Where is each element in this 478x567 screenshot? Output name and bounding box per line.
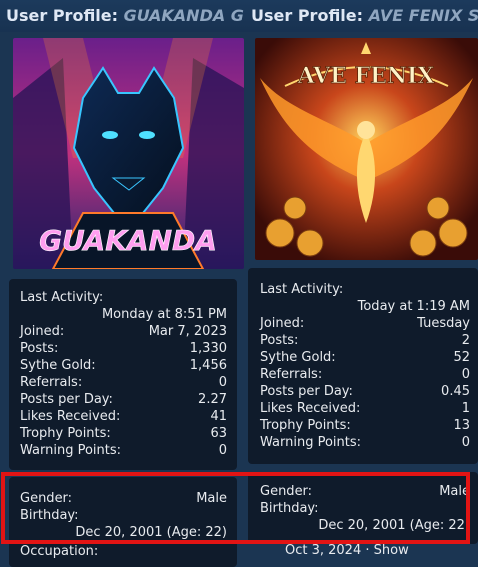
gender-row: Gender: Male: [260, 483, 470, 500]
stat-label: Likes Received:: [20, 409, 121, 424]
profile-title-bar: User Profile: GUAKANDA G: [0, 0, 247, 32]
stat-value: 0.45: [441, 384, 470, 399]
profile-username[interactable]: GUAKANDA G: [124, 6, 244, 25]
birthday-label: Birthday:: [260, 501, 319, 516]
stat-value: 1,456: [189, 358, 227, 373]
stat-label: Joined:: [20, 324, 65, 339]
stat-row-posts-per-day: Posts per Day: 0.45: [260, 383, 470, 400]
stat-row-posts[interactable]: Posts: 1,330: [20, 340, 227, 357]
gender-row: Gender: Male: [20, 490, 227, 507]
stat-row-joined: Joined: Tuesday: [260, 315, 470, 332]
profile-title-bar: User Profile: AVE FENIX S: [245, 0, 478, 32]
profile-title-prefix: User Profile:: [6, 6, 119, 25]
stat-label: Sythe Gold:: [20, 358, 96, 373]
stat-label: Posts per Day:: [260, 384, 353, 399]
stat-label: Trophy Points:: [20, 426, 111, 441]
stat-label: Sythe Gold:: [260, 350, 336, 365]
gender-value: Male: [196, 491, 227, 506]
last-activity-label: Last Activity:: [20, 290, 104, 305]
gender-value: Male: [439, 484, 470, 499]
stat-row-likes-received: Likes Received: 41: [20, 408, 227, 425]
avatar-logo-text: AVE FENIX: [297, 63, 436, 89]
panther-avatar-image: GUAKANDA: [13, 38, 244, 269]
stat-label: Posts:: [260, 333, 299, 348]
birthday-label: Birthday:: [20, 508, 79, 523]
stat-row-warning-points: Warning Points: 0: [20, 442, 227, 459]
stat-label: Referrals:: [20, 375, 83, 390]
stat-value[interactable]: 1,330: [190, 340, 227, 357]
stats-card: Last Activity: Monday at 8:51 PM Joined:…: [9, 279, 237, 470]
stat-row-posts[interactable]: Posts: 2: [260, 332, 470, 349]
stat-value: 52: [453, 350, 470, 365]
profile-column-left: User Profile: GUAKANDA G GUAKANDA Last A…: [0, 0, 247, 567]
last-activity-value: Monday at 8:51 PM: [101, 307, 227, 322]
phoenix-avatar-image: AVE FENIX: [255, 38, 478, 260]
stat-row-trophy-points[interactable]: Trophy Points: 13: [260, 417, 470, 434]
profile-username[interactable]: AVE FENIX S: [369, 6, 478, 25]
stat-row-sythe-gold: Sythe Gold: 1,456: [20, 357, 227, 374]
stat-row-warning-points: Warning Points: 0: [260, 434, 470, 451]
stat-value: 1: [461, 401, 470, 416]
stat-value: 0: [461, 367, 470, 382]
stat-label: Likes Received:: [260, 401, 361, 416]
stats-card: Last Activity: Today at 1:19 AM Joined: T…: [248, 268, 478, 464]
stat-value[interactable]: 13: [453, 417, 470, 434]
stat-row-sythe-gold: Sythe Gold: 52: [260, 349, 470, 366]
stat-row-likes-received: Likes Received: 1: [260, 400, 470, 417]
stat-row-posts-per-day: Posts per Day: 2.27: [20, 391, 227, 408]
stat-row-referrals: Referrals: 0: [260, 366, 470, 383]
birthday-value: Dec 20, 2001 (Age: 22): [318, 518, 470, 533]
stat-value[interactable]: 2: [462, 332, 470, 349]
stat-label: Referrals:: [260, 367, 323, 382]
avatar[interactable]: GUAKANDA: [13, 38, 244, 269]
profile-column-right: User Profile: AVE FENIX S AVE FENIX Last…: [245, 0, 478, 558]
stat-value: 0: [218, 375, 227, 390]
avatar[interactable]: AVE FENIX: [255, 38, 478, 260]
stat-value: 0: [461, 435, 470, 450]
gender-label: Gender:: [260, 484, 313, 499]
stat-value: 0: [218, 443, 227, 458]
stat-label: Posts:: [20, 341, 59, 356]
stat-value: 41: [210, 409, 227, 424]
stat-value: 2.27: [198, 392, 227, 407]
birthday-value: Dec 20, 2001 (Age: 22): [75, 525, 227, 540]
stat-value[interactable]: 63: [210, 425, 227, 442]
stat-label: Trophy Points:: [260, 418, 351, 433]
stat-row-trophy-points[interactable]: Trophy Points: 63: [20, 425, 227, 442]
stat-label: Joined:: [260, 316, 305, 331]
info-card: Gender: Male Birthday: Dec 20, 2001 (Age:…: [248, 472, 478, 544]
stat-label: Posts per Day:: [20, 392, 113, 407]
avatar-logo-text: GUAKANDA: [39, 224, 217, 257]
stat-label: Warning Points:: [20, 443, 122, 458]
profile-title-prefix: User Profile:: [251, 6, 364, 25]
stat-row-joined: Joined: Mar 7, 2023: [20, 323, 227, 340]
occupation-label: Occupation:: [20, 544, 99, 559]
info-card: Gender: Male Birthday: Dec 20, 2001 (Age:…: [9, 477, 237, 567]
last-activity-value: Today at 1:19 AM: [357, 299, 470, 314]
gender-label: Gender:: [20, 491, 73, 506]
partial-post-row: Oct 3, 2024 · Show: [285, 543, 409, 558]
stat-label: Warning Points:: [260, 435, 362, 450]
stat-value: Mar 7, 2023: [148, 324, 227, 339]
last-activity-label: Last Activity:: [260, 282, 344, 297]
stat-value: Tuesday: [417, 316, 470, 331]
stat-row-referrals: Referrals: 0: [20, 374, 227, 391]
